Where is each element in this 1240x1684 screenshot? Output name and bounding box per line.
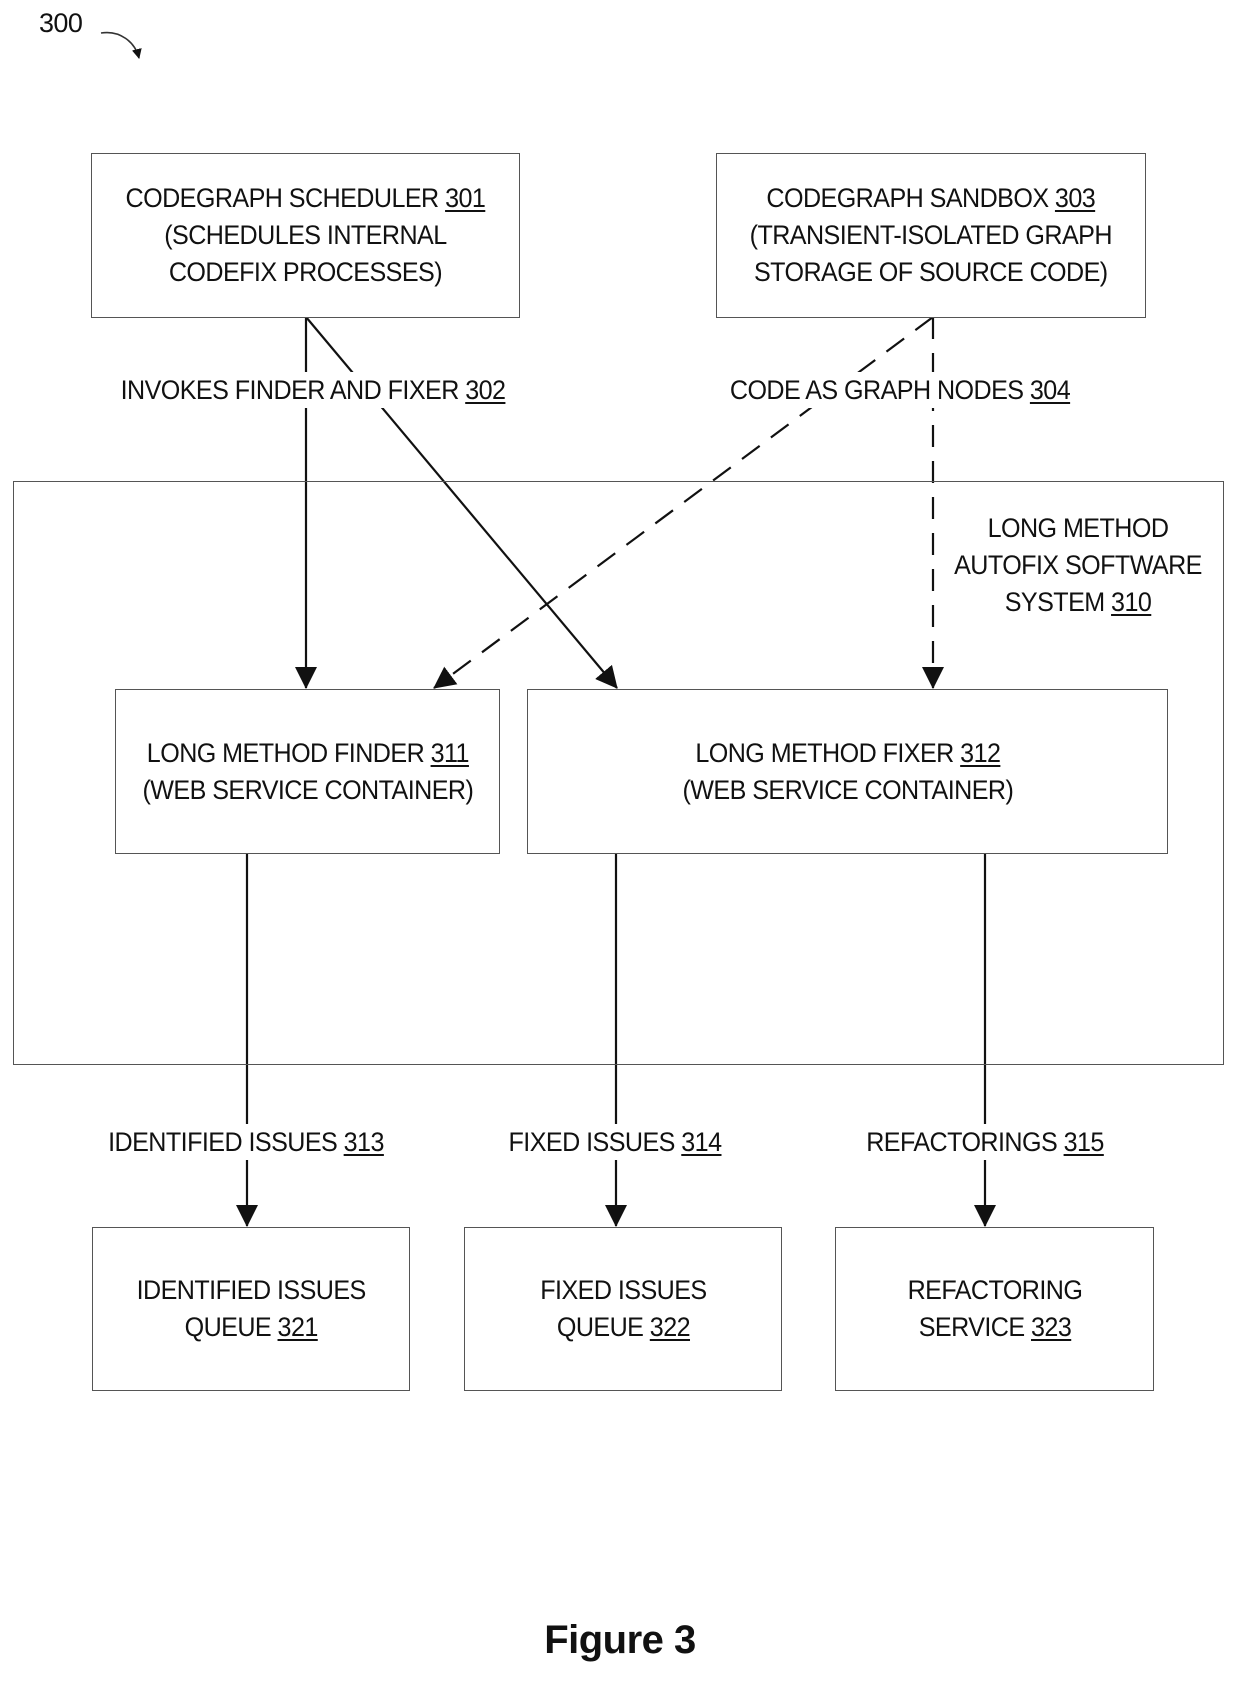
node-desc-line: (WEB SERVICE CONTAINER) — [682, 774, 1013, 805]
node-title: FIXED ISSUES — [539, 1275, 707, 1305]
node-codegraph-scheduler: CODEGRAPH SCHEDULER 301 (SCHEDULES INTER… — [91, 153, 520, 318]
node-desc-line: (SCHEDULES INTERNAL — [164, 220, 447, 250]
container-label-line: AUTOFIX SOFTWARE — [954, 550, 1202, 580]
node-codegraph-sandbox: CODEGRAPH SANDBOX 303 (TRANSIENT-ISOLATE… — [716, 153, 1146, 318]
node-refactoring-service: REFACTORING SERVICE 323 — [835, 1227, 1154, 1391]
edge-label-text: FIXED ISSUES — [508, 1127, 676, 1157]
reference-pointer-arrow — [100, 31, 142, 59]
edge-label-ref: 314 — [681, 1127, 722, 1157]
edge-label-text: REFACTORINGS — [866, 1127, 1058, 1157]
node-desc-line: STORAGE OF SOURCE CODE) — [754, 257, 1108, 287]
edge-label-identified-issues: IDENTIFIED ISSUES 313 — [104, 1124, 388, 1160]
container-ref: 310 — [1111, 587, 1152, 617]
node-fixed-issues-queue: FIXED ISSUES QUEUE 322 — [464, 1227, 782, 1391]
node-ref: 322 — [649, 1312, 690, 1342]
edge-label-code-as-graph: CODE AS GRAPH NODES 304 — [726, 372, 1074, 408]
node-title: REFACTORING — [907, 1275, 1082, 1305]
edge-label-ref: 302 — [465, 375, 506, 405]
edge-label-text: CODE AS GRAPH NODES — [729, 375, 1024, 405]
edge-label-text: IDENTIFIED ISSUES — [108, 1127, 338, 1157]
node-title: CODEGRAPH SCHEDULER — [125, 183, 440, 213]
node-ref: 312 — [959, 737, 1001, 768]
node-desc-line: (WEB SERVICE CONTAINER) — [142, 774, 473, 805]
container-label-line: SYSTEM — [1004, 587, 1105, 617]
edge-label-invokes: INVOKES FINDER AND FIXER 302 — [116, 372, 510, 408]
node-ref: 323 — [1030, 1312, 1072, 1342]
edge-label-ref: 313 — [343, 1127, 385, 1157]
figure-caption: Figure 3 — [544, 1618, 696, 1662]
node-title: LONG METHOD FIXER — [694, 737, 954, 768]
figure-reference-number: 300 — [39, 8, 83, 38]
edge-label-text: INVOKES FINDER AND FIXER — [120, 375, 460, 405]
edge-label-ref: 315 — [1063, 1127, 1105, 1157]
node-title: CODEGRAPH SANDBOX — [766, 183, 1050, 213]
node-identified-issues-queue: IDENTIFIED ISSUES QUEUE 321 — [92, 1227, 410, 1391]
node-desc-line: CODEFIX PROCESSES) — [168, 257, 443, 287]
node-title: QUEUE — [184, 1312, 271, 1342]
node-ref: 301 — [445, 183, 486, 213]
edge-label-ref: 304 — [1029, 375, 1071, 405]
container-label: LONG METHOD AUTOFIX SOFTWARE SYSTEM 310 — [950, 510, 1206, 621]
edge-label-fixed-issues: FIXED ISSUES 314 — [504, 1124, 726, 1160]
node-title: LONG METHOD FINDER — [146, 737, 424, 768]
node-long-method-fixer: LONG METHOD FIXER 312 (WEB SERVICE CONTA… — [527, 689, 1168, 854]
container-label-line: LONG METHOD — [987, 513, 1169, 543]
node-long-method-finder: LONG METHOD FINDER 311 (WEB SERVICE CONT… — [115, 689, 500, 854]
node-title: IDENTIFIED ISSUES — [136, 1275, 366, 1305]
edge-label-refactorings: REFACTORINGS 315 — [862, 1124, 1108, 1160]
node-title: QUEUE — [556, 1312, 643, 1342]
node-ref: 311 — [430, 737, 469, 768]
node-ref: 321 — [277, 1312, 318, 1342]
node-desc-line: (TRANSIENT-ISOLATED GRAPH — [749, 220, 1113, 250]
node-title: SERVICE — [918, 1312, 1025, 1342]
node-ref: 303 — [1055, 183, 1096, 213]
